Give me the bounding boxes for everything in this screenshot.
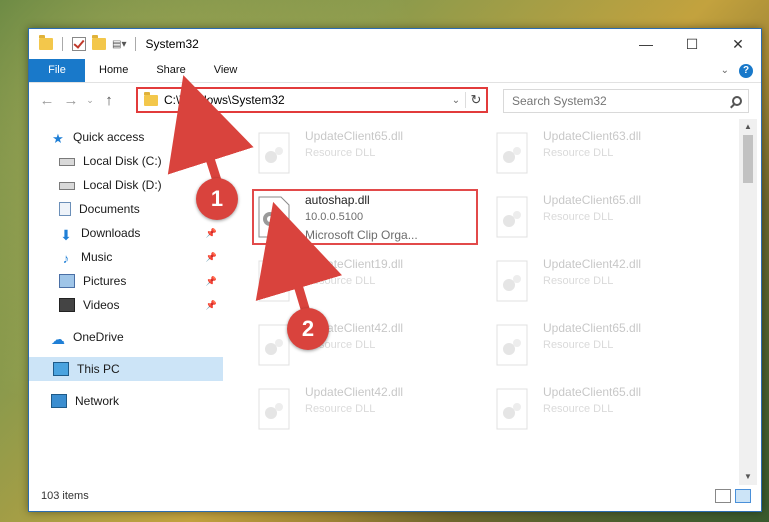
annotation-arrows xyxy=(167,75,342,317)
arrow-step-2 xyxy=(255,201,342,317)
step-1-badge: 1 xyxy=(196,178,238,220)
step-2-badge: 2 xyxy=(287,308,329,350)
